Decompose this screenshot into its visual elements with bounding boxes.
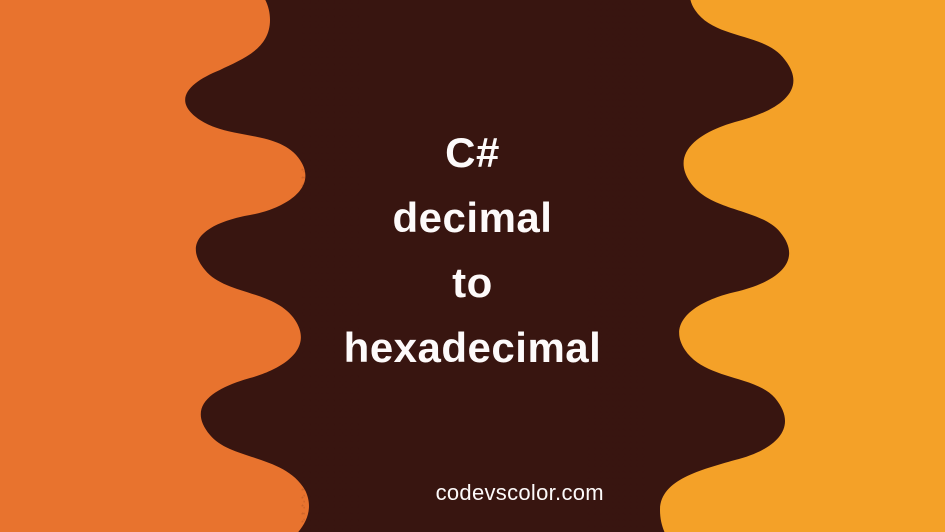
title-line-1: C# — [344, 120, 602, 185]
title-line-3: to — [344, 250, 602, 315]
title-line-2: decimal — [344, 185, 602, 250]
banner-graphic: C# decimal to hexadecimal codevscolor.co… — [0, 0, 945, 532]
watermark-text: codevscolor.com — [436, 480, 604, 506]
title-line-4: hexadecimal — [344, 315, 602, 380]
title-block: C# decimal to hexadecimal — [344, 120, 602, 380]
